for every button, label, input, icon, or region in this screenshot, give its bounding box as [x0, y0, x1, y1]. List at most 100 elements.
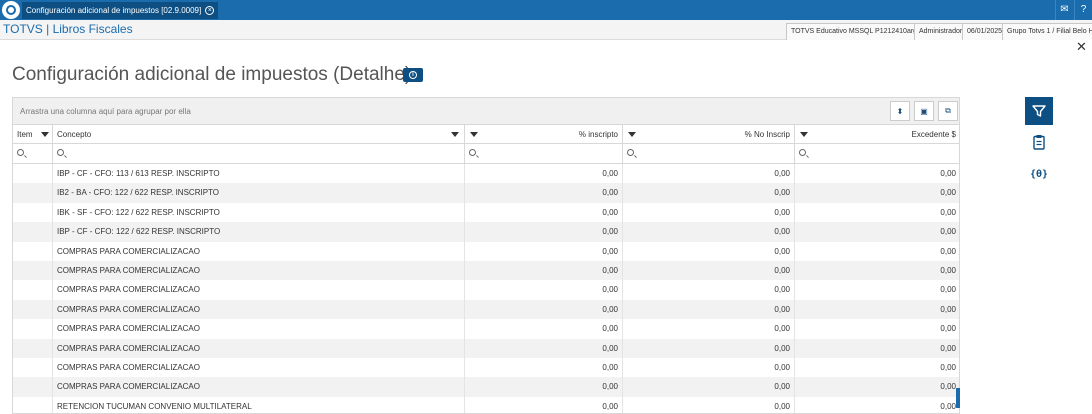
cell-concepto: COMPRAS PARA COMERCIALIZACAO — [53, 299, 465, 320]
filter-input-concepto[interactable] — [53, 144, 465, 164]
cell-inscripto: 0,00 — [465, 338, 623, 358]
table-row[interactable]: IB2 - BA - CFO: 122 / 622 RESP. INSCRIPT… — [13, 183, 959, 203]
cell-excedente: 0,00 — [795, 319, 959, 338]
cell-no-inscrip: 0,00 — [623, 338, 795, 358]
table-row[interactable]: IBK - SF - CFO: 122 / 622 RESP. INSCRIPT… — [13, 202, 959, 223]
cell-inscripto: 0,00 — [465, 260, 623, 281]
column-label: Concepto — [57, 130, 92, 139]
table-row[interactable]: COMPRAS PARA COMERCIALIZACAO 0,00 0,00 0,00 — [13, 319, 959, 339]
filter-input-item[interactable] — [13, 144, 53, 164]
header-bar: TOTVS | Libros Fiscales TOTVS Educativo … — [0, 20, 1092, 40]
cell-excedente: 0,00 — [795, 358, 959, 377]
window-tab[interactable]: Configuración adicional de impuestos [02… — [22, 2, 219, 19]
environment-status: TOTVS Educativo MSSQL P1212410arg — [786, 23, 914, 40]
cell-no-inscrip: 0,00 — [623, 164, 795, 184]
cell-inscripto: 0,00 — [465, 377, 623, 397]
app-title: TOTVS | Libros Fiscales — [3, 22, 133, 36]
close-page-icon[interactable]: ✕ — [1076, 40, 1087, 53]
save-icon: ▣ — [920, 106, 928, 116]
cell-concepto: COMPRAS PARA COMERCIALIZACAO — [53, 357, 465, 378]
company-status: Grupo Totvs 1 / Filial Belo Hor — [1002, 23, 1092, 40]
top-bar: Configuración adicional de impuestos [02… — [0, 0, 1092, 20]
date-status: 06/01/2025 — [962, 23, 1002, 40]
cell-no-inscrip: 0,00 — [623, 377, 795, 397]
cell-no-inscrip: 0,00 — [623, 183, 795, 203]
column-header-concepto[interactable]: Concepto — [53, 125, 465, 144]
filter-icon[interactable] — [628, 132, 636, 137]
filter-input-inscripto[interactable] — [465, 144, 623, 164]
search-icon — [57, 149, 64, 156]
variables-button[interactable]: {θ} — [1025, 159, 1053, 187]
cell-excedente: 0,00 — [795, 203, 959, 222]
help-icon[interactable]: ? — [1074, 0, 1092, 20]
table-row[interactable]: IBP - CF - CFO: 122 / 622 RESP. INSCRIPT… — [13, 222, 959, 242]
cell-no-inscrip: 0,00 — [623, 319, 795, 339]
filter-icon[interactable] — [451, 132, 459, 137]
table-row[interactable]: COMPRAS PARA COMERCIALIZACAO 0,00 0,00 0,00 — [13, 280, 959, 300]
cell-no-inscrip: 0,00 — [623, 396, 795, 413]
group-by-bar[interactable]: Arrastra una columna aquí para agrupar p… — [13, 98, 959, 125]
filter-input-excedente[interactable] — [795, 144, 959, 164]
cell-excedente: 0,00 — [795, 397, 959, 413]
cell-item — [13, 164, 53, 184]
cell-item — [13, 280, 53, 300]
table-row[interactable]: COMPRAS PARA COMERCIALIZACAO 0,00 0,00 0,00 — [13, 299, 959, 320]
cell-inscripto: 0,00 — [465, 280, 623, 300]
table-row[interactable]: IBP - CF - CFO: 113 / 613 RESP. INSCRIPT… — [13, 164, 959, 184]
sort-icon: ⬍ — [896, 106, 904, 116]
table-row[interactable]: RETENCION TUCUMAN CONVENIO MULTILATERAL 0… — [13, 396, 959, 413]
cell-inscripto: 0,00 — [465, 319, 623, 339]
column-header-excedente[interactable]: Excedente $ — [795, 125, 959, 144]
grid-rows: IBP - CF - CFO: 113 / 613 RESP. INSCRIPT… — [13, 164, 959, 413]
filter-icon[interactable] — [470, 132, 478, 137]
variables-icon: {θ} — [1031, 169, 1047, 180]
cell-excedente: 0,00 — [795, 377, 959, 396]
cell-item — [13, 260, 53, 281]
window-tab-title: Configuración adicional de impuestos [02… — [26, 6, 202, 15]
cell-concepto: IB2 - BA - CFO: 122 / 622 RESP. INSCRIPT… — [53, 183, 465, 203]
cell-excedente: 0,00 — [795, 242, 959, 261]
column-header-item[interactable]: Item — [13, 125, 53, 144]
info-button[interactable]: i — [403, 68, 423, 82]
search-icon — [799, 149, 806, 156]
table-row[interactable]: COMPRAS PARA COMERCIALIZACAO 0,00 0,00 0,00 — [13, 241, 959, 261]
filter-panel-button[interactable] — [1025, 97, 1053, 125]
column-header-no-inscrip[interactable]: % No Inscrip — [623, 125, 795, 144]
search-icon — [469, 149, 476, 156]
search-icon — [627, 149, 634, 156]
cell-inscripto: 0,00 — [465, 357, 623, 378]
cell-excedente: 0,00 — [795, 280, 959, 299]
table-row[interactable]: COMPRAS PARA COMERCIALIZACAO 0,00 0,00 0,00 — [13, 357, 959, 378]
user-status: Administrador — [914, 23, 962, 40]
sort-button[interactable]: ⬍ — [890, 101, 910, 121]
cell-concepto: IBP - CF - CFO: 113 / 613 RESP. INSCRIPT… — [53, 164, 465, 184]
column-label: Excedente $ — [911, 130, 956, 139]
cell-item — [13, 299, 53, 320]
column-header-inscripto[interactable]: % inscripto — [465, 125, 623, 144]
table-row[interactable]: COMPRAS PARA COMERCIALIZACAO 0,00 0,00 0,00 — [13, 260, 959, 281]
table-row[interactable]: COMPRAS PARA COMERCIALIZACAO 0,00 0,00 0,00 — [13, 377, 959, 397]
cell-concepto: COMPRAS PARA COMERCIALIZACAO — [53, 260, 465, 281]
totvs-logo-icon[interactable] — [2, 1, 20, 19]
search-icon — [17, 149, 24, 156]
cell-excedente: 0,00 — [795, 164, 959, 183]
clipboard-icon — [1033, 135, 1045, 150]
cell-item — [13, 338, 53, 358]
filter-input-no-inscrip[interactable] — [623, 144, 795, 164]
scrollbar-thumb[interactable] — [956, 388, 960, 408]
cell-concepto: COMPRAS PARA COMERCIALIZACAO — [53, 319, 465, 339]
export-button[interactable]: ⧉ — [938, 101, 958, 121]
cell-concepto: COMPRAS PARA COMERCIALIZACAO — [53, 377, 465, 397]
cell-concepto: IBP - CF - CFO: 122 / 622 RESP. INSCRIPT… — [53, 222, 465, 242]
cell-no-inscrip: 0,00 — [623, 222, 795, 242]
filter-icon[interactable] — [800, 132, 808, 137]
filter-icon[interactable] — [41, 132, 49, 137]
data-grid: Arrastra una columna aquí para agrupar p… — [12, 97, 960, 414]
close-icon[interactable]: × — [205, 6, 215, 15]
clipboard-button[interactable] — [1025, 128, 1053, 156]
cell-item — [13, 222, 53, 242]
save-button[interactable]: ▣ — [914, 101, 934, 121]
cell-item — [13, 319, 53, 339]
mail-icon[interactable]: ✉ — [1055, 0, 1073, 20]
table-row[interactable]: COMPRAS PARA COMERCIALIZACAO 0,00 0,00 0,00 — [13, 338, 959, 358]
